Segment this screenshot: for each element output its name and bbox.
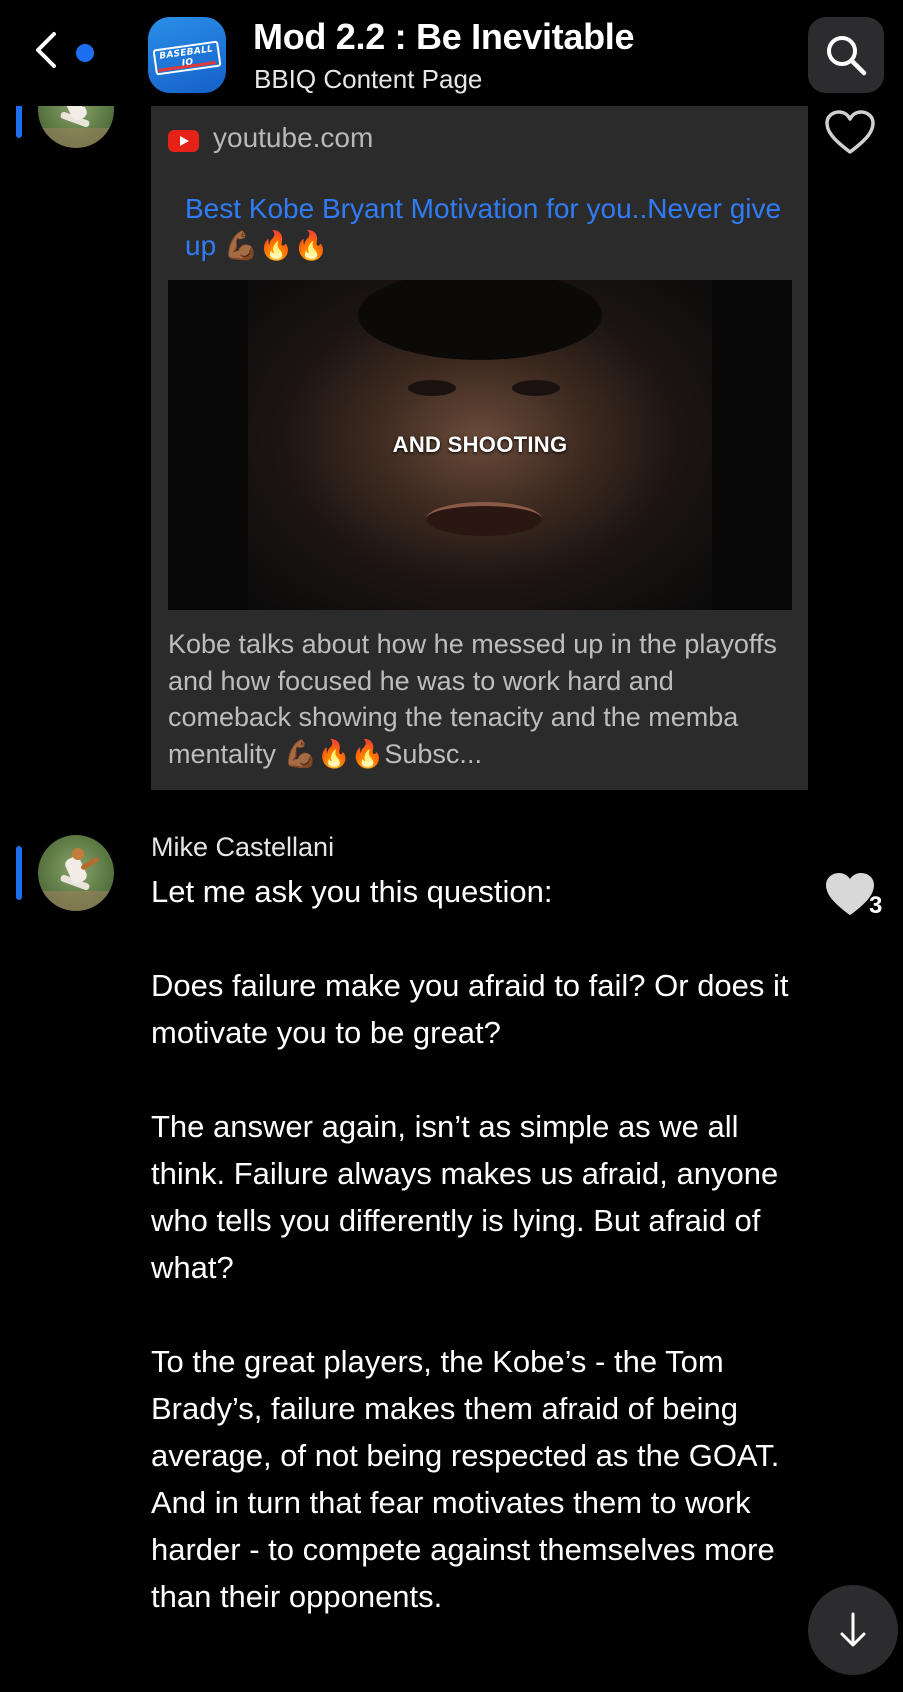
thread-indicator <box>16 846 22 900</box>
page-subtitle[interactable]: BBIQ Content Page <box>254 64 482 95</box>
scroll-to-bottom-button[interactable] <box>808 1585 898 1675</box>
message-paragraph: The answer again, isn’t as simple as we … <box>151 1109 779 1285</box>
youtube-icon <box>168 130 199 152</box>
avatar[interactable] <box>38 835 114 911</box>
video-caption: AND SHOOTING <box>392 432 568 457</box>
arrow-down-icon <box>840 1612 866 1647</box>
message-paragraph: Does failure make you afraid to fail? Or… <box>151 968 789 1050</box>
heart-outline-icon <box>825 110 875 154</box>
link-domain: youtube.com <box>213 122 374 153</box>
chevron-left-icon <box>36 32 56 68</box>
message-paragraph: Let me ask you this question: <box>151 874 553 909</box>
back-button[interactable] <box>30 28 66 72</box>
unread-indicator <box>76 44 94 62</box>
link-preview-card[interactable]: youtube.com Best Kobe Bryant Motivation … <box>151 106 808 790</box>
search-button[interactable] <box>808 17 884 93</box>
top-navigation-bar: BASEBALL IQ Mod 2.2 : Be Inevitable BBIQ… <box>0 0 903 106</box>
like-count: 3 <box>869 892 883 919</box>
message-paragraph: To the great players, the Kobe’s - the T… <box>151 1344 780 1614</box>
group-logo[interactable]: BASEBALL IQ <box>148 17 226 93</box>
author-name[interactable]: Mike Castellani <box>151 832 334 863</box>
link-description: Kobe talks about how he messed up in the… <box>168 629 777 769</box>
message-body: Let me ask you this question: Does failu… <box>151 868 811 1667</box>
page-title[interactable]: Mod 2.2 : Be Inevitable <box>253 16 635 58</box>
link-title[interactable]: Best Kobe Bryant Motivation for you..Nev… <box>185 190 785 264</box>
video-thumbnail[interactable]: AND SHOOTING <box>168 280 792 610</box>
search-icon <box>827 36 867 76</box>
like-button[interactable] <box>824 110 876 156</box>
